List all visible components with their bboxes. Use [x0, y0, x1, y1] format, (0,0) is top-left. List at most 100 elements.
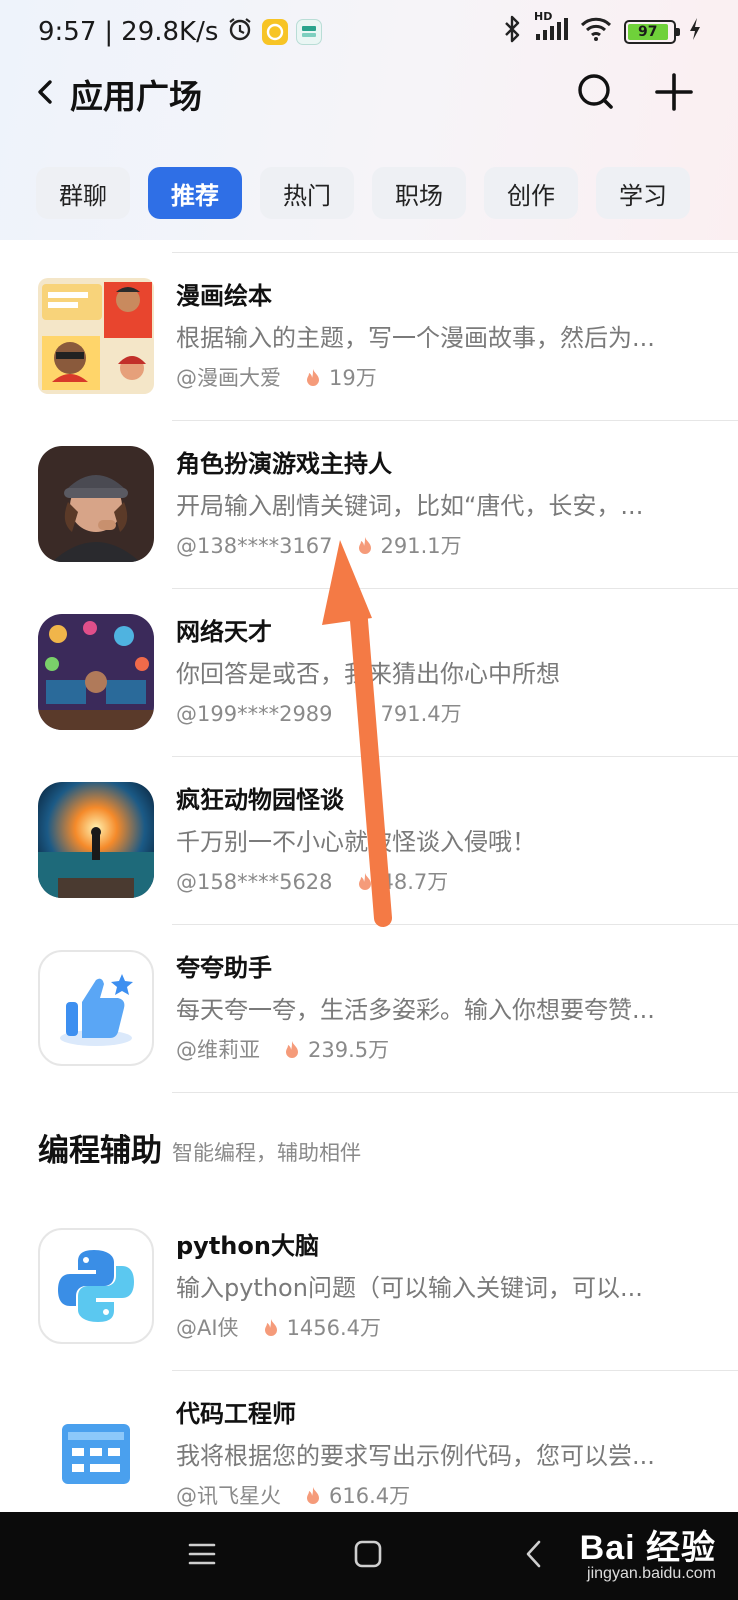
- item-heat: 1456.4万: [286, 1316, 382, 1340]
- bluetooth-icon: [502, 15, 522, 50]
- list-item[interactable]: 漫画绘本 根据输入的主题，写一个漫画故事，然后为... @漫画大爱 19万: [0, 252, 738, 420]
- item-meta: @维莉亚 239.5万: [176, 1035, 706, 1065]
- item-meta: @199****2989 791.4万: [176, 699, 706, 729]
- back-button[interactable]: [30, 74, 60, 114]
- header-actions: [576, 72, 694, 116]
- item-meta: @漫画大爱 19万: [176, 363, 706, 393]
- section-header: 编程辅助 智能编程，辅助相伴: [0, 1092, 738, 1202]
- flame-icon: [284, 1040, 300, 1060]
- divider: [172, 1092, 738, 1093]
- section-subtitle: 智能编程，辅助相伴: [172, 1141, 361, 1165]
- list-item[interactable]: 疯狂动物园怪谈 千万别一不小心就被怪谈入侵哦！ @158****5628 48.…: [0, 756, 738, 924]
- status-left: 9:57 | 29.8K/s: [38, 15, 323, 50]
- item-text: 疯狂动物园怪谈 千万别一不小心就被怪谈入侵哦！ @158****5628 48.…: [176, 783, 706, 897]
- tab-group-chat[interactable]: 群聊: [36, 167, 130, 219]
- search-icon: [576, 72, 616, 116]
- flame-icon: [357, 872, 373, 892]
- home-icon: [353, 1539, 383, 1573]
- item-meta: @AI侠 1456.4万: [176, 1313, 706, 1343]
- list-item[interactable]: 网络天才 你回答是或否，我来猜出你心中所想 @199****2989 791.4…: [0, 588, 738, 756]
- item-heat: 616.4万: [329, 1484, 411, 1508]
- tab-recommend[interactable]: 推荐: [148, 167, 242, 219]
- list-item[interactable]: 角色扮演游戏主持人 开局输入剧情关键词，比如“唐代，长安，... @138***…: [0, 420, 738, 588]
- list-item[interactable]: python大脑 输入python问题（可以输入关键词，可以... @AI侠 1…: [0, 1202, 738, 1370]
- item-title: 角色扮演游戏主持人: [176, 450, 392, 478]
- item-text: 夸夸助手 每天夸一夸，生活多姿彩。输入你想要夸赞... @维莉亚 239.5万: [176, 951, 706, 1065]
- app-thumbnail: [38, 278, 154, 394]
- item-desc: 根据输入的主题，写一个漫画故事，然后为...: [176, 324, 655, 352]
- flame-icon: [305, 368, 321, 388]
- item-author: @维莉亚: [176, 1038, 260, 1062]
- app-header: 应用广场: [0, 62, 738, 126]
- divider: [172, 420, 738, 421]
- list-item[interactable]: 夸夸助手 每天夸一夸，生活多姿彩。输入你想要夸赞... @维莉亚 239.5万: [0, 924, 738, 1092]
- app-notify-icon: [296, 19, 323, 45]
- app-notify-icon: [262, 19, 289, 45]
- watermark-sub: jingyan.baidu.com: [587, 1565, 716, 1582]
- signal-hd-label: HD: [534, 9, 553, 23]
- category-tabs: 群聊 推荐 热门 职场 创作 学习: [36, 167, 690, 219]
- item-author: @讯飞星火: [176, 1484, 281, 1508]
- menu-button[interactable]: [180, 1534, 224, 1578]
- divider: [172, 588, 738, 589]
- status-bar: 9:57 | 29.8K/s HD 97: [0, 0, 738, 64]
- item-desc: 开局输入剧情关键词，比如“唐代，长安，...: [176, 492, 644, 520]
- divider: [172, 1370, 738, 1371]
- search-button[interactable]: [576, 74, 616, 114]
- battery-icon: 97: [624, 20, 680, 44]
- divider: [172, 756, 738, 757]
- tab-workplace[interactable]: 职场: [372, 167, 466, 219]
- tab-study[interactable]: 学习: [596, 167, 690, 219]
- item-text: 角色扮演游戏主持人 开局输入剧情关键词，比如“唐代，长安，... @138***…: [176, 447, 706, 561]
- baidu-watermark: Bai 经验 jingyan.baidu.com: [580, 1520, 716, 1583]
- item-text: 代码工程师 我将根据您的要求写出示例代码，您可以尝... @讯飞星火 616.4…: [176, 1397, 706, 1511]
- network-speed: 29.8K/s: [121, 17, 219, 47]
- item-title: 漫画绘本: [176, 282, 272, 310]
- back-icon: [524, 1539, 544, 1573]
- app-thumbnail: [38, 950, 154, 1066]
- tab-hot[interactable]: 热门: [260, 167, 354, 219]
- item-title: 网络天才: [176, 618, 272, 646]
- item-title: 夸夸助手: [176, 954, 272, 982]
- status-right: HD 97: [502, 10, 702, 50]
- item-author: @158****5628: [176, 870, 333, 894]
- item-meta: @讯飞星火 616.4万: [176, 1481, 706, 1511]
- page-title: 应用广场: [70, 77, 202, 116]
- item-heat: 239.5万: [308, 1038, 390, 1062]
- flame-icon: [263, 1318, 279, 1338]
- item-author: @138****3167: [176, 534, 333, 558]
- flame-icon: [305, 1486, 321, 1506]
- item-meta: @158****5628 48.7万: [176, 867, 706, 897]
- item-heat: 291.1万: [380, 534, 462, 558]
- alarm-icon: [226, 15, 254, 50]
- item-text: 网络天才 你回答是或否，我来猜出你心中所想 @199****2989 791.4…: [176, 615, 706, 729]
- item-title: 疯狂动物园怪谈: [176, 786, 344, 814]
- charging-icon: [688, 17, 702, 48]
- item-author: @199****2989: [176, 702, 333, 726]
- item-heat: 48.7万: [380, 870, 449, 894]
- tab-creation[interactable]: 创作: [484, 167, 578, 219]
- item-desc: 千万别一不小心就被怪谈入侵哦！: [176, 828, 536, 856]
- menu-icon: [187, 1541, 217, 1571]
- item-title: python大脑: [176, 1232, 319, 1260]
- item-text: 漫画绘本 根据输入的主题，写一个漫画故事，然后为... @漫画大爱 19万: [176, 279, 706, 393]
- divider: [172, 924, 738, 925]
- home-button[interactable]: [346, 1534, 390, 1578]
- app-thumbnail: [38, 446, 154, 562]
- plus-icon: [654, 72, 694, 116]
- add-button[interactable]: [654, 72, 694, 116]
- back-icon: [36, 78, 54, 110]
- item-meta: @138****3167 291.1万: [176, 531, 706, 561]
- flame-icon: [357, 536, 373, 556]
- item-author: @漫画大爱: [176, 366, 281, 390]
- item-desc: 每天夸一夸，生活多姿彩。输入你想要夸赞...: [176, 996, 655, 1024]
- app-list: 漫画绘本 根据输入的主题，写一个漫画故事，然后为... @漫画大爱 19万 角色…: [0, 252, 738, 1538]
- nav-back-button[interactable]: [512, 1534, 556, 1578]
- app-thumbnail: [38, 614, 154, 730]
- signal-icon: HD: [534, 10, 568, 49]
- item-title: 代码工程师: [176, 1400, 296, 1428]
- status-separator: |: [104, 17, 114, 47]
- status-time: 9:57: [38, 17, 97, 47]
- divider: [172, 252, 738, 253]
- item-desc: 我将根据您的要求写出示例代码，您可以尝...: [176, 1442, 655, 1470]
